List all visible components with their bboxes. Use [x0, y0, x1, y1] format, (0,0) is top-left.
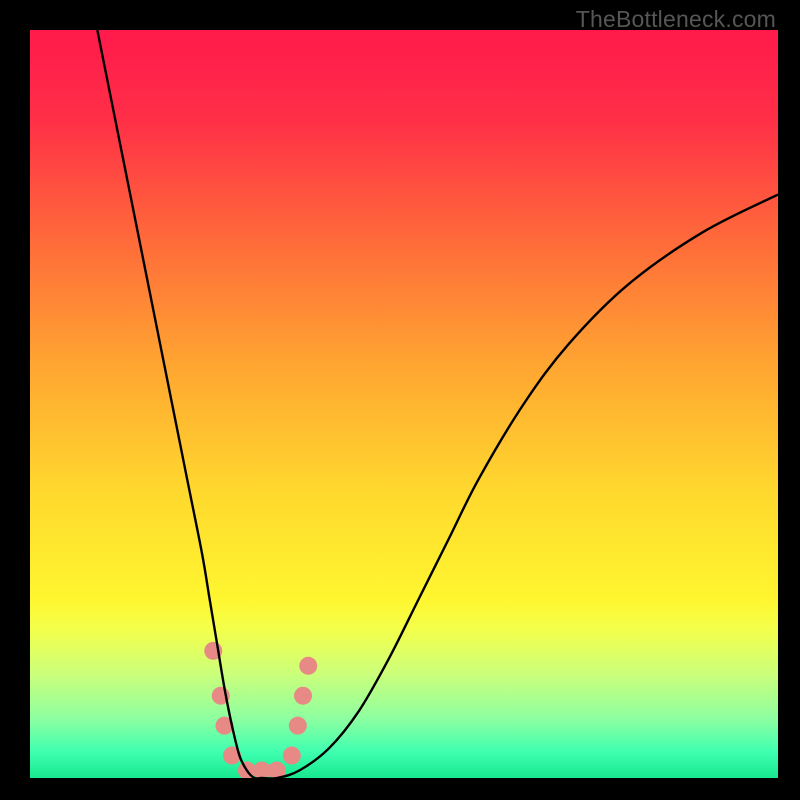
chart-frame: TheBottleneck.com — [0, 0, 800, 800]
marker-point — [299, 657, 317, 675]
bottleneck-curve — [97, 30, 778, 778]
marker-point — [289, 717, 307, 735]
curve-layer — [30, 30, 778, 778]
marker-point — [294, 687, 312, 705]
watermark-text: TheBottleneck.com — [576, 6, 776, 33]
plot-area — [30, 30, 778, 778]
marker-point — [283, 747, 301, 765]
